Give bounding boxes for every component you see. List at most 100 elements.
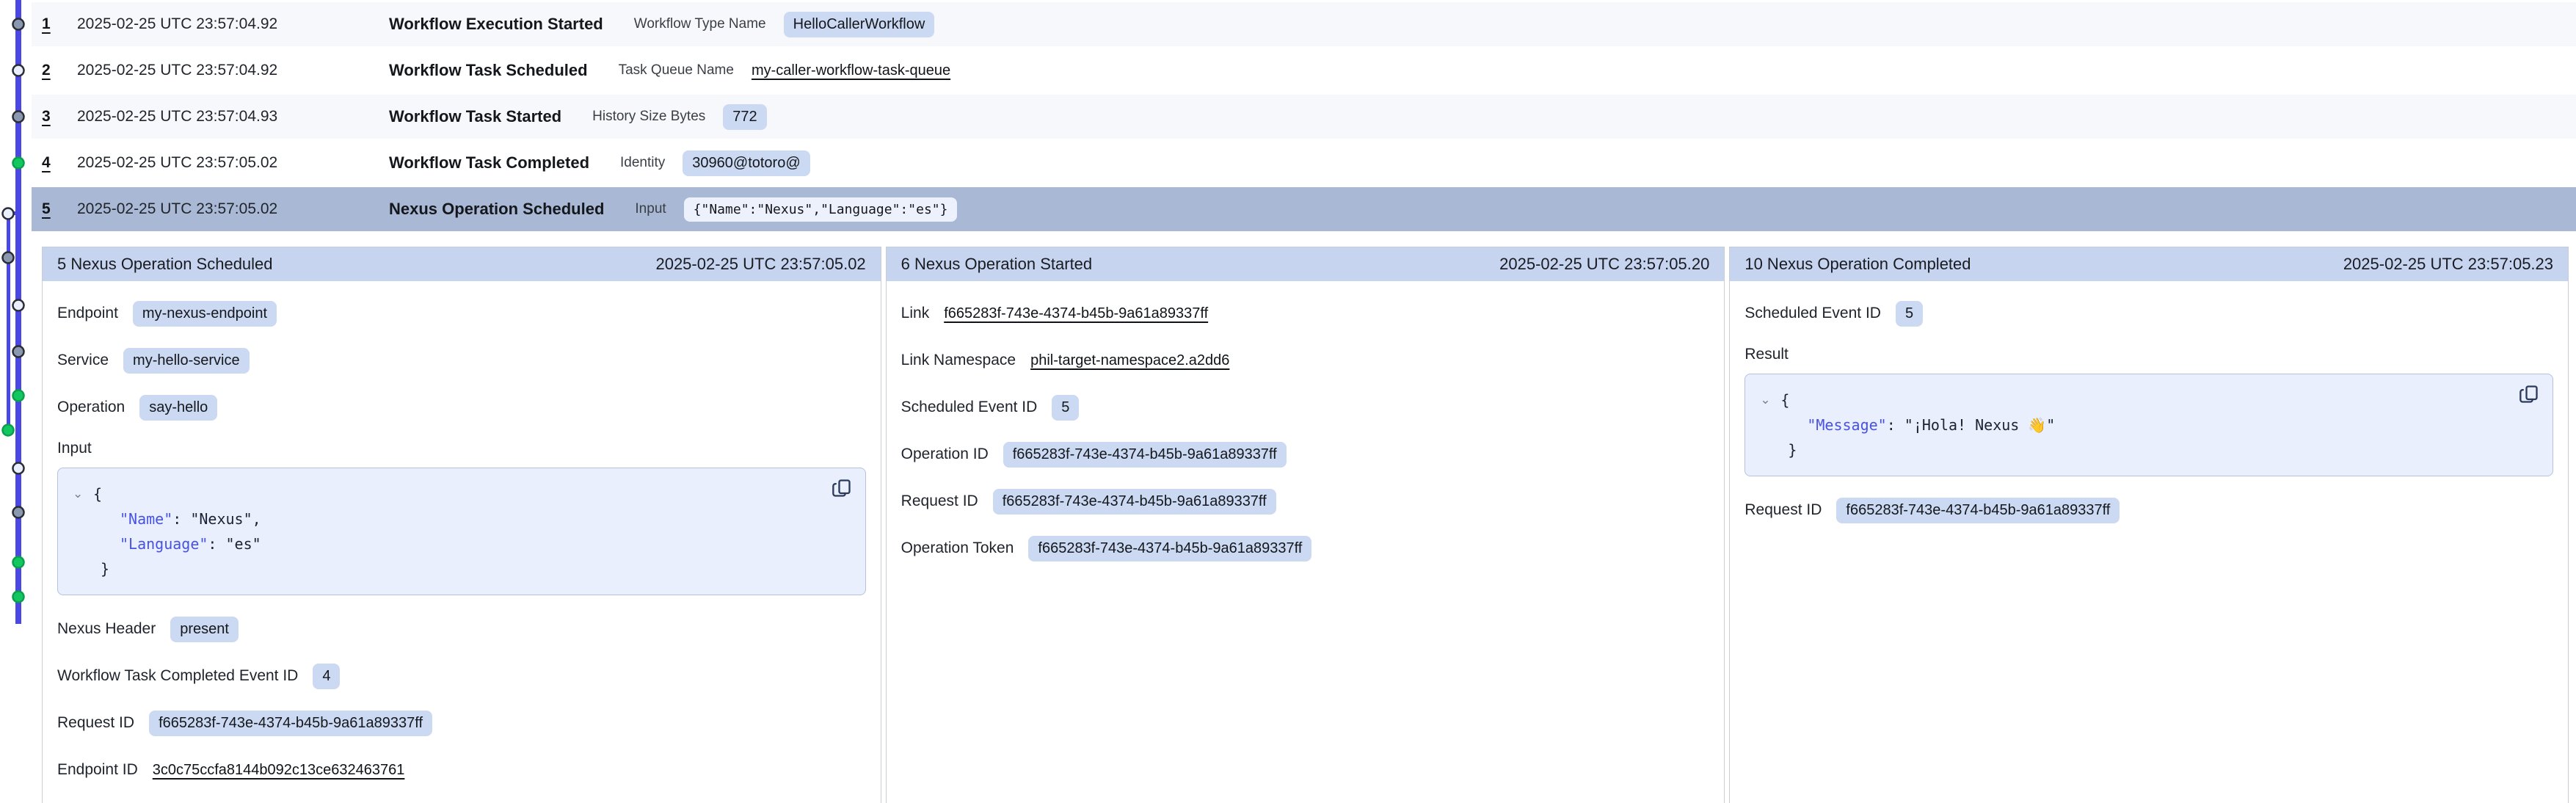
- event-status-dot-green: [13, 158, 24, 169]
- field-label: Operation ID: [901, 446, 989, 463]
- json-key: "Language": [120, 535, 208, 553]
- panel-body: Scheduled Event ID 5 Result ⌄{ "Message"…: [1730, 281, 2568, 560]
- panel-header[interactable]: 5 Nexus Operation Scheduled 2025-02-25 U…: [43, 247, 881, 281]
- panel-nexus-operation-started: 6 Nexus Operation Started 2025-02-25 UTC…: [886, 247, 1725, 803]
- event-name: Workflow Execution Started: [389, 15, 603, 34]
- event-row-2[interactable]: 2 2025-02-25 UTC 23:57:04.92 Workflow Ta…: [32, 48, 2576, 92]
- event-status-dot-green: [13, 390, 24, 402]
- wtce-id-badge: 4: [313, 664, 340, 689]
- panel-title: 6 Nexus Operation Started: [901, 255, 1092, 274]
- json-key: "Name": [120, 510, 172, 528]
- result-label: Result: [1744, 346, 2553, 363]
- timeline-branch-line: [7, 214, 10, 431]
- event-attr-value-badge: 30960@totoro@: [683, 150, 809, 176]
- operation-token-badge: f665283f-743e-4374-b45b-9a61a89337ff: [1028, 536, 1311, 562]
- panel-timestamp: 2025-02-25 UTC 23:57:05.02: [655, 255, 865, 274]
- panel-nexus-operation-completed: 10 Nexus Operation Completed 2025-02-25 …: [1729, 247, 2569, 803]
- request-id-badge: f665283f-743e-4374-b45b-9a61a89337ff: [1836, 498, 2120, 523]
- field-label: Operation Token: [901, 539, 1014, 557]
- event-status-dot-light: [13, 463, 24, 474]
- field-label: Request ID: [1744, 501, 1822, 519]
- collapse-chevron-icon[interactable]: ⌄: [73, 482, 93, 506]
- event-id-link[interactable]: 4: [42, 154, 67, 172]
- event-status-dot-gray: [3, 252, 14, 264]
- field-label: Request ID: [57, 714, 134, 732]
- panel-timestamp: 2025-02-25 UTC 23:57:05.20: [1499, 255, 1709, 274]
- event-timestamp: 2025-02-25 UTC 23:57:05.02: [77, 200, 389, 218]
- field-label: Scheduled Event ID: [1744, 305, 1881, 322]
- timeline-main-line: [15, 0, 21, 624]
- field-label: Link Namespace: [901, 352, 1016, 369]
- endpoint-badge: my-nexus-endpoint: [133, 301, 277, 327]
- field-label: Scheduled Event ID: [901, 399, 1038, 416]
- field-label: Endpoint ID: [57, 761, 138, 779]
- field-label: Workflow Task Completed Event ID: [57, 667, 298, 685]
- panel-header[interactable]: 6 Nexus Operation Started 2025-02-25 UTC…: [887, 247, 1725, 281]
- event-name: Workflow Task Started: [389, 107, 561, 126]
- event-list: 1 2025-02-25 UTC 23:57:04.92 Workflow Ex…: [32, 0, 2576, 233]
- event-attr-value-badge: HelloCallerWorkflow: [784, 12, 935, 37]
- event-detail-panels: 5 Nexus Operation Scheduled 2025-02-25 U…: [42, 247, 2569, 803]
- event-name: Workflow Task Scheduled: [389, 61, 588, 80]
- panel-timestamp: 2025-02-25 UTC 23:57:05.23: [2343, 255, 2553, 274]
- link-namespace-link[interactable]: phil-target-namespace2.a2dd6: [1030, 352, 1229, 369]
- event-status-dot-green: [13, 557, 24, 568]
- event-name: Nexus Operation Scheduled: [389, 200, 604, 219]
- event-input-json-badge: {"Name":"Nexus","Language":"es"}: [684, 197, 958, 222]
- event-row-5-selected[interactable]: 5 2025-02-25 UTC 23:57:05.02 Nexus Opera…: [32, 187, 2576, 231]
- operation-badge: say-hello: [139, 395, 217, 421]
- event-name: Workflow Task Completed: [389, 153, 589, 172]
- event-status-dot-gray: [13, 19, 24, 30]
- event-status-dot-gray: [13, 346, 24, 357]
- workflow-event-history-screen: 1 2025-02-25 UTC 23:57:04.92 Workflow Ex…: [0, 0, 2576, 803]
- event-status-dot-light: [13, 65, 24, 76]
- event-status-dot-gray: [13, 507, 24, 518]
- event-status-dot-light: [3, 208, 14, 219]
- event-status-dot-green: [3, 425, 14, 436]
- event-status-dot-gray: [13, 112, 24, 123]
- panel-body: Link f665283f-743e-4374-b45b-9a61a89337f…: [887, 281, 1725, 598]
- field-label: Request ID: [901, 493, 978, 510]
- scheduled-event-id-badge: 5: [1896, 301, 1923, 327]
- event-id-link[interactable]: 3: [42, 108, 67, 126]
- event-attr-label: History Size Bytes: [592, 109, 705, 125]
- event-attr-label: Workflow Type Name: [634, 16, 766, 32]
- copy-icon[interactable]: [832, 477, 854, 499]
- copy-icon[interactable]: [2519, 383, 2541, 405]
- link-link[interactable]: f665283f-743e-4374-b45b-9a61a89337ff: [944, 305, 1208, 322]
- event-timestamp: 2025-02-25 UTC 23:57:04.92: [77, 15, 389, 33]
- event-timestamp: 2025-02-25 UTC 23:57:04.93: [77, 108, 389, 126]
- panel-header[interactable]: 10 Nexus Operation Completed 2025-02-25 …: [1730, 247, 2568, 281]
- event-attr-label: Input: [635, 201, 666, 217]
- event-status-dot-light: [13, 300, 24, 311]
- json-key: "Message": [1807, 416, 1886, 434]
- operation-id-badge: f665283f-743e-4374-b45b-9a61a89337ff: [1003, 442, 1287, 468]
- request-id-badge: f665283f-743e-4374-b45b-9a61a89337ff: [993, 489, 1276, 515]
- field-label: Link: [901, 305, 930, 322]
- result-json-viewer: ⌄{ "Message": "¡Hola! Nexus 👋" }: [1744, 374, 2553, 476]
- collapse-chevron-icon[interactable]: ⌄: [1760, 388, 1780, 413]
- event-timestamp: 2025-02-25 UTC 23:57:05.02: [77, 154, 389, 172]
- event-row-3[interactable]: 3 2025-02-25 UTC 23:57:04.93 Workflow Ta…: [32, 95, 2576, 139]
- input-label: Input: [57, 440, 866, 457]
- field-label: Nexus Header: [57, 620, 156, 638]
- field-label: Endpoint: [57, 305, 118, 322]
- event-id-link[interactable]: 2: [42, 62, 67, 79]
- panel-title: 5 Nexus Operation Scheduled: [57, 255, 273, 274]
- task-queue-link[interactable]: my-caller-workflow-task-queue: [752, 62, 950, 79]
- event-attr-label: Task Queue Name: [619, 62, 734, 79]
- event-row-1[interactable]: 1 2025-02-25 UTC 23:57:04.92 Workflow Ex…: [32, 2, 2576, 46]
- event-timestamp: 2025-02-25 UTC 23:57:04.92: [77, 62, 389, 79]
- request-id-badge: f665283f-743e-4374-b45b-9a61a89337ff: [149, 711, 432, 736]
- panel-title: 10 Nexus Operation Completed: [1744, 255, 1971, 274]
- scheduled-event-id-badge: 5: [1052, 395, 1079, 421]
- event-id-link[interactable]: 5: [42, 200, 67, 218]
- event-status-dot-green: [13, 592, 24, 603]
- event-row-4[interactable]: 4 2025-02-25 UTC 23:57:05.02 Workflow Ta…: [32, 141, 2576, 185]
- service-badge: my-hello-service: [123, 348, 250, 374]
- nexus-header-badge: present: [170, 617, 239, 642]
- event-id-link[interactable]: 1: [42, 15, 67, 33]
- panel-nexus-operation-scheduled: 5 Nexus Operation Scheduled 2025-02-25 U…: [42, 247, 881, 803]
- endpoint-id-link[interactable]: 3c0c75ccfa8144b092c13ce632463761: [153, 762, 405, 779]
- event-attr-value-badge: 772: [723, 104, 766, 130]
